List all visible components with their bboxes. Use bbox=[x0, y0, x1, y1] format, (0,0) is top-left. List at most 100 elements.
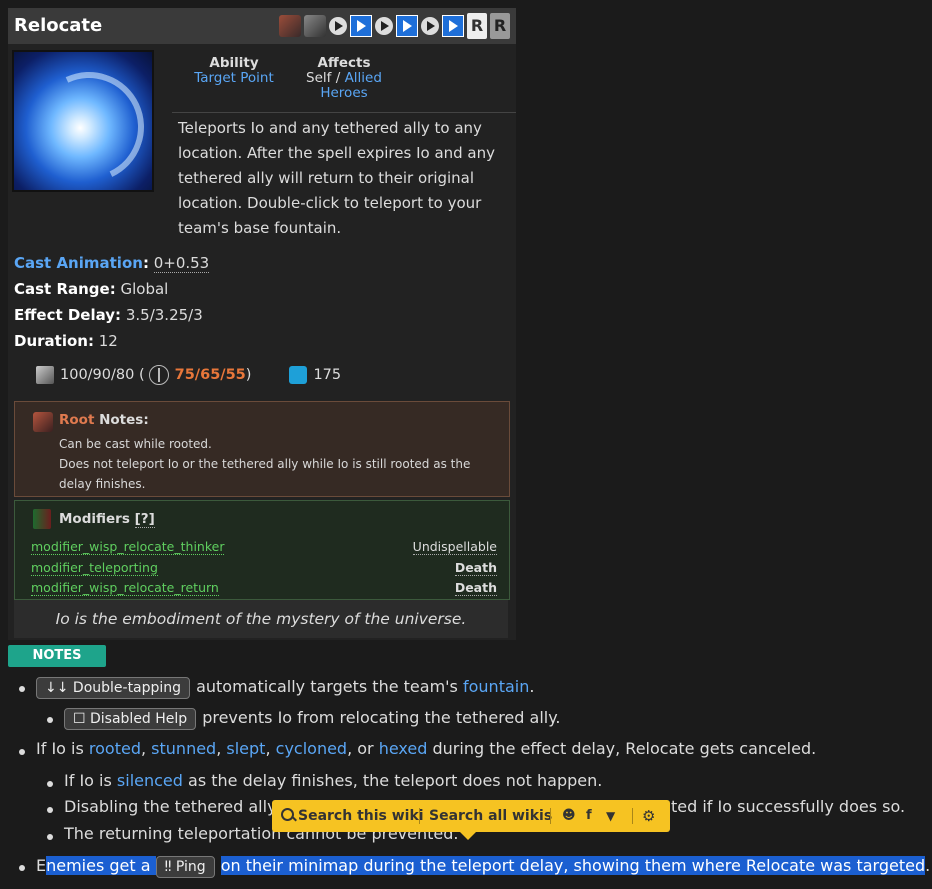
ability-type-link[interactable]: Target Point bbox=[172, 71, 296, 86]
stat-cast-animation: Cast Animation: 0+0.53 bbox=[14, 254, 210, 273]
play-video-icon[interactable] bbox=[442, 15, 464, 37]
ability-meta: Ability Target Point Affects Self / Alli… bbox=[172, 44, 516, 113]
bullet bbox=[19, 749, 25, 755]
note-text: . bbox=[925, 856, 931, 875]
cooldown-talent-value: 75/65/55 bbox=[174, 367, 246, 383]
hotkey-legacy: R bbox=[467, 13, 487, 39]
affects-allied-link[interactable]: Allied bbox=[345, 70, 382, 86]
note-line: Disabling the tethered ally bbox=[64, 797, 277, 816]
modifier-name[interactable]: modifier_teleporting bbox=[31, 560, 158, 576]
ping-chip[interactable]: ‼ Ping bbox=[155, 856, 215, 878]
play-sound-icon[interactable] bbox=[421, 17, 439, 35]
affects-heroes-link[interactable]: Heroes bbox=[290, 86, 398, 101]
effect-delay-value: 3.5/3.25/3 bbox=[125, 306, 203, 324]
cast-range-value: Global bbox=[120, 280, 169, 298]
facebook-icon[interactable]: f bbox=[586, 800, 592, 832]
modifier-dispel-tag: Death bbox=[454, 560, 497, 576]
play-sound-icon[interactable] bbox=[375, 17, 393, 35]
search-this-wiki-button[interactable]: Search this wiki bbox=[281, 800, 424, 832]
book-icon bbox=[33, 509, 51, 529]
duration-value: 12 bbox=[98, 332, 118, 350]
cast-range-label: Cast Range: bbox=[14, 280, 116, 298]
ability-affects: Affects Self / Allied Heroes bbox=[290, 56, 398, 101]
note-text: If Io is bbox=[64, 771, 112, 790]
reddit-icon[interactable]: ☻ bbox=[562, 800, 576, 832]
root-note-line: Can be cast while rooted. bbox=[59, 437, 212, 451]
bullet bbox=[47, 717, 53, 723]
modifier-row: modifier_wisp_relocate_thinker Undispell… bbox=[31, 539, 497, 559]
hero-portrait-icon[interactable] bbox=[279, 15, 301, 37]
modifier-name[interactable]: modifier_wisp_relocate_thinker bbox=[31, 539, 225, 555]
bullet bbox=[19, 865, 25, 871]
silenced-link[interactable]: silenced bbox=[117, 771, 183, 790]
hotkey-default: R bbox=[490, 13, 510, 39]
gear-icon[interactable]: ⚙ bbox=[642, 800, 655, 832]
ability-description: Teleports Io and any tethered ally to an… bbox=[178, 119, 496, 237]
play-video-icon[interactable] bbox=[350, 15, 372, 37]
ability-icon bbox=[12, 50, 160, 198]
note-text: , bbox=[265, 739, 271, 758]
fountain-link[interactable]: fountain bbox=[463, 677, 529, 696]
note-line: ted if Io successfully does so. bbox=[671, 797, 906, 816]
note-text: during the effect delay, Relocate gets c… bbox=[432, 739, 817, 758]
note-line: ☐ Disabled Help prevents Io from relocati… bbox=[64, 707, 560, 730]
modifier-dispel-tag: Death bbox=[454, 580, 497, 596]
bullet bbox=[47, 781, 53, 787]
affects-value: Self / Allied bbox=[290, 71, 398, 86]
ability-header: Relocate R R bbox=[8, 8, 516, 44]
ability-type-label: Ability bbox=[209, 55, 259, 71]
spirit-portrait-icon[interactable] bbox=[304, 15, 326, 37]
slept-link[interactable]: slept bbox=[226, 739, 265, 758]
search-all-wikis-button[interactable]: Search all wikis bbox=[429, 800, 552, 832]
rooted-link[interactable]: rooted bbox=[89, 739, 141, 758]
note-text: as the delay finishes, the teleport does… bbox=[188, 771, 603, 790]
bullet bbox=[47, 834, 53, 840]
double-tap-chip[interactable]: ↓↓ Double-tapping bbox=[36, 677, 191, 699]
note-text: . bbox=[529, 677, 535, 696]
root-notes-text: Can be cast while rooted. Does not telep… bbox=[59, 434, 489, 494]
divider bbox=[632, 808, 633, 824]
twitter-icon[interactable]: ▼ bbox=[606, 800, 615, 832]
header-icons: R R bbox=[279, 13, 510, 39]
affects-self: Self / bbox=[306, 70, 341, 86]
search-popup: Search this wiki Search all wikis ☻ f ▼ … bbox=[272, 800, 670, 840]
disabled-help-chip[interactable]: ☐ Disabled Help bbox=[64, 708, 197, 730]
root-note-line: Does not teleport Io or the tethered all… bbox=[59, 457, 471, 491]
ability-lore: Io is the embodiment of the mystery of t… bbox=[14, 600, 508, 638]
note-text: , bbox=[140, 739, 147, 758]
ability-costs: 100/90/80 ( 75/65/55 ) 175 bbox=[36, 364, 341, 386]
mana-icon bbox=[289, 366, 308, 384]
ability-title: Relocate bbox=[14, 15, 103, 36]
modifiers-help-link[interactable]: [?] bbox=[134, 511, 155, 528]
note-line: If Io is silenced as the delay finishes,… bbox=[64, 770, 602, 792]
cooldown-icon bbox=[36, 366, 54, 384]
note-text: prevents Io from relocating the tethered… bbox=[202, 708, 561, 727]
selected-text: on their minimap during the teleport del… bbox=[220, 856, 926, 875]
root-notes-title: Root Notes: bbox=[59, 412, 149, 428]
play-sound-icon[interactable] bbox=[329, 17, 347, 35]
note-text: automatically targets the team's bbox=[196, 677, 458, 696]
root-notes-title-rest: Notes: bbox=[99, 412, 149, 428]
modifier-dispel-tag: Undispellable bbox=[412, 539, 497, 555]
stat-duration: Duration: 12 bbox=[14, 328, 209, 354]
hexed-link[interactable]: hexed bbox=[379, 739, 428, 758]
modifier-name[interactable]: modifier_wisp_relocate_return bbox=[31, 580, 219, 596]
note-text: , bbox=[216, 739, 222, 758]
modifiers-box: Modifiers [?] modifier_wisp_relocate_thi… bbox=[14, 500, 510, 600]
modifiers-title-text: Modifiers bbox=[59, 511, 130, 527]
talent-tree-icon[interactable] bbox=[148, 365, 169, 385]
cycloned-link[interactable]: cycloned bbox=[276, 739, 347, 758]
play-video-icon[interactable] bbox=[396, 15, 418, 37]
note-line: If Io is rooted, stunned, slept, cyclone… bbox=[36, 738, 816, 760]
affects-label: Affects bbox=[317, 55, 371, 71]
cooldown-close-paren: ) bbox=[245, 367, 252, 383]
notes-label: NOTES bbox=[8, 645, 106, 667]
stunned-link[interactable]: stunned bbox=[151, 739, 216, 758]
modifiers-title: Modifiers [?] bbox=[59, 511, 155, 528]
note-text: , or bbox=[347, 739, 374, 758]
cast-animation-link[interactable]: Cast Animation bbox=[14, 254, 143, 272]
root-link[interactable]: Root bbox=[59, 412, 94, 428]
selected-space bbox=[150, 856, 156, 875]
swirl-graphic bbox=[18, 56, 160, 198]
divider bbox=[550, 808, 551, 824]
